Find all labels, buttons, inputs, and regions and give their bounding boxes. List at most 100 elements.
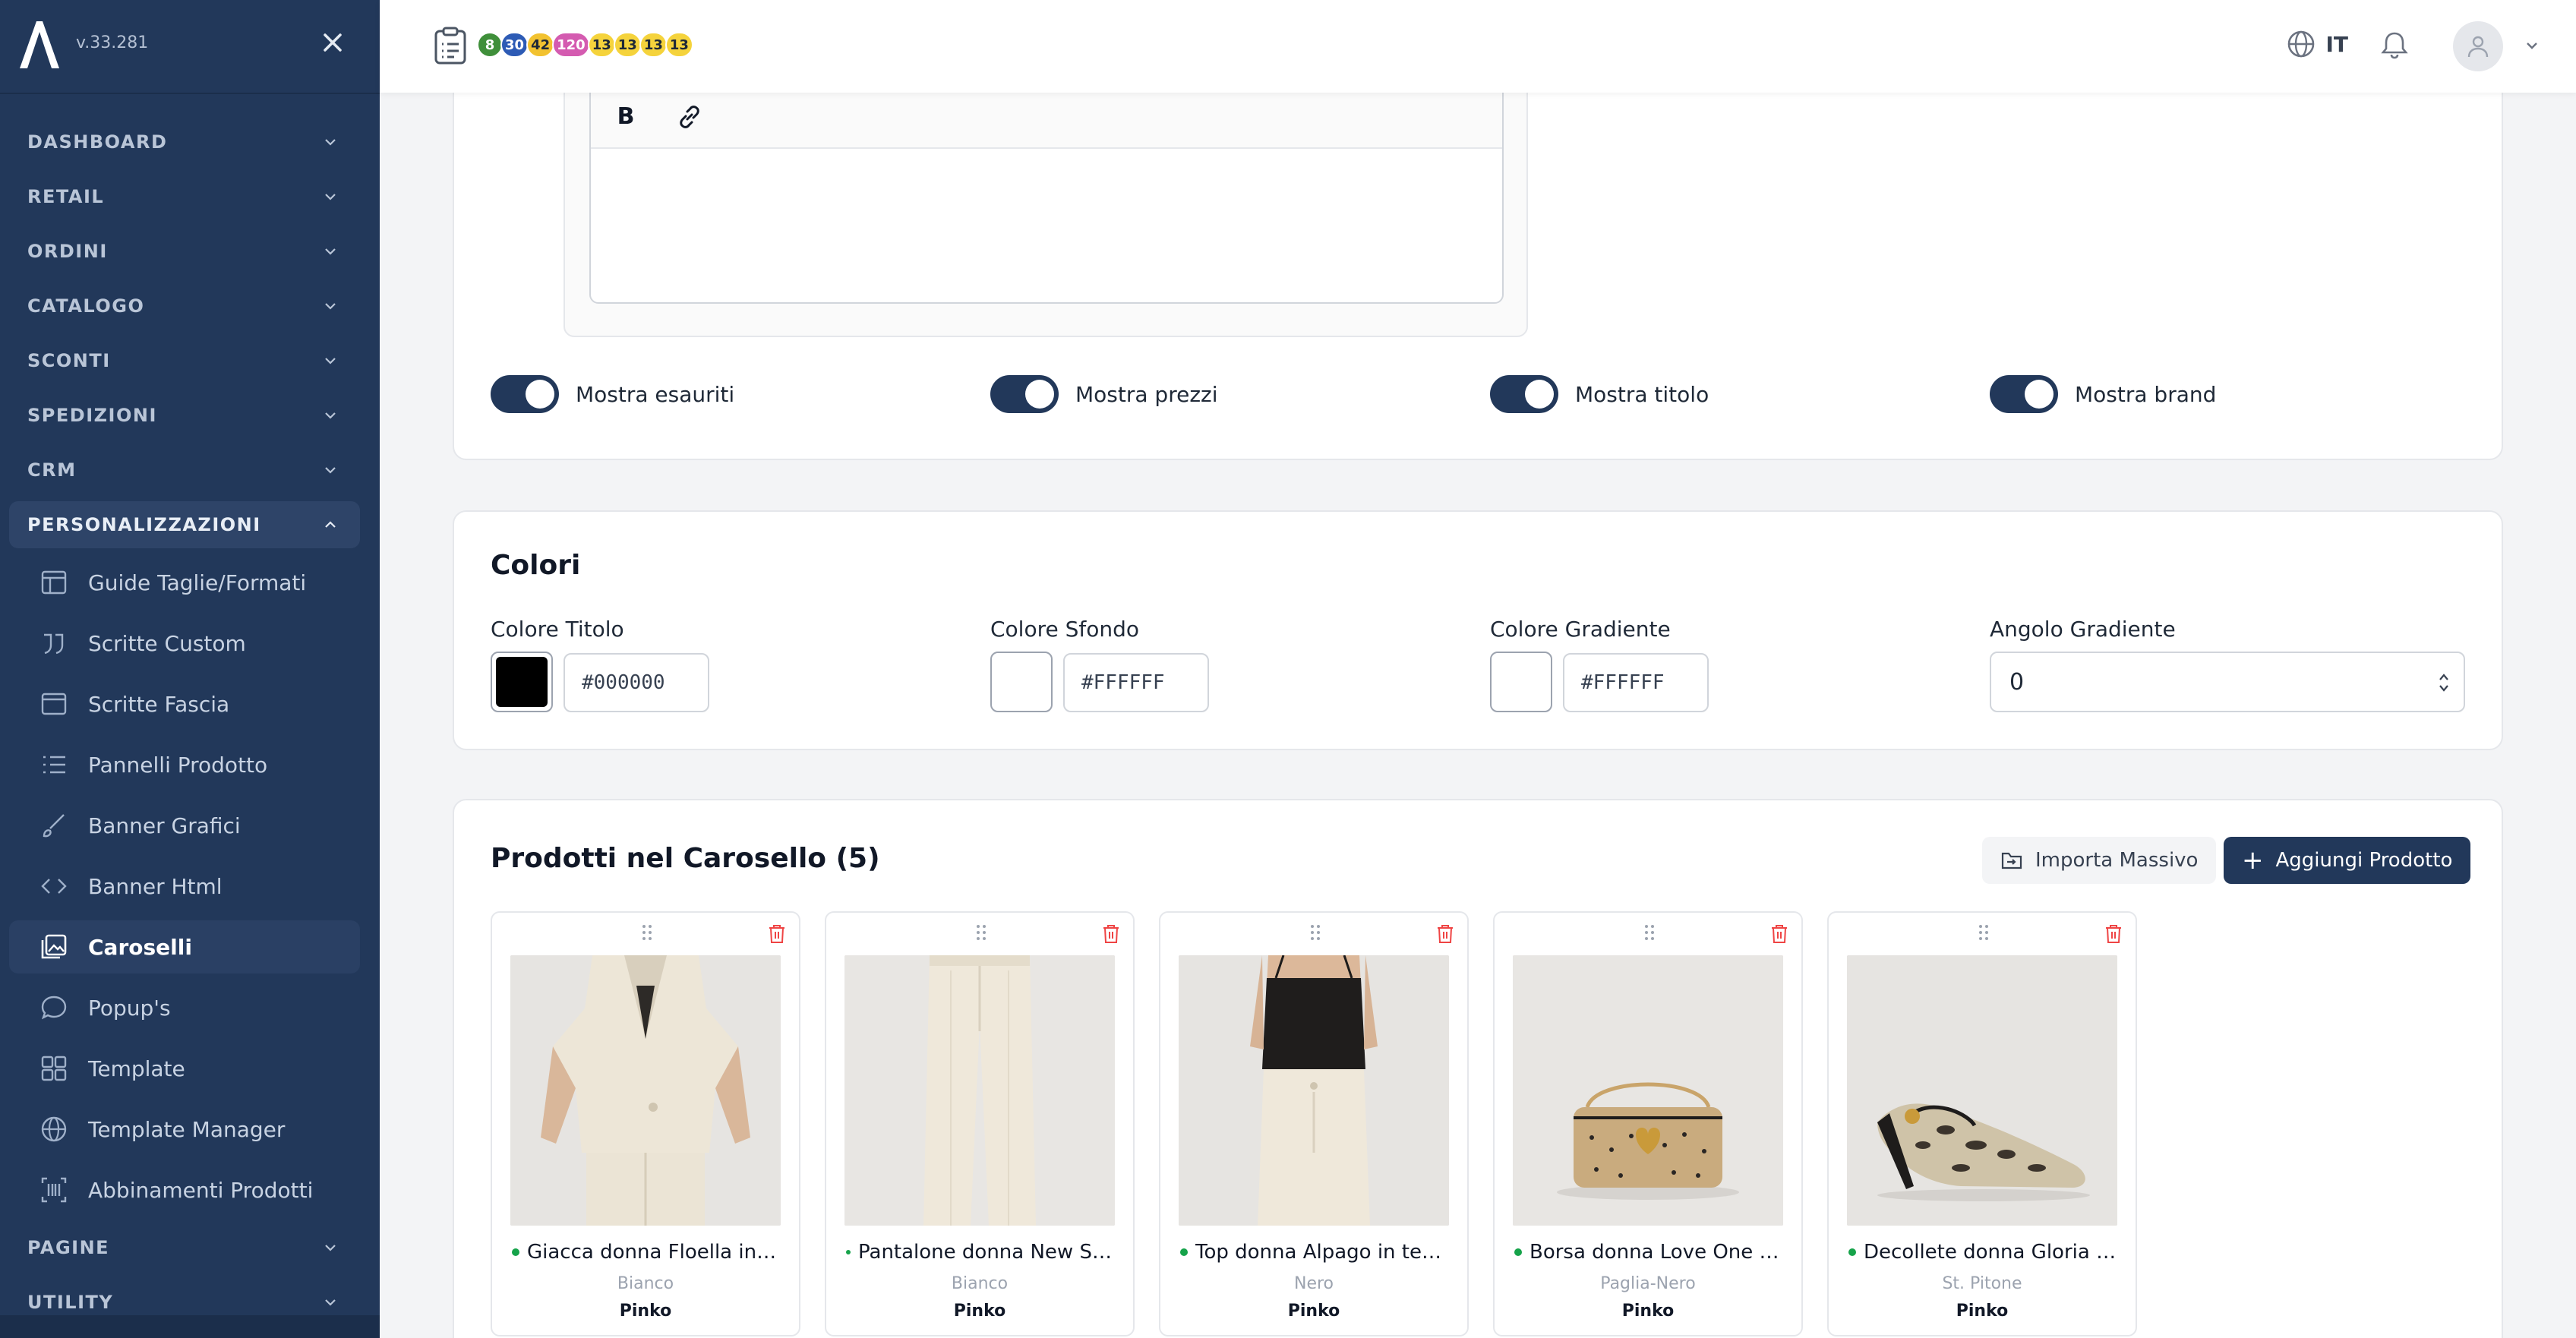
sidebar-item-caroselli[interactable]: Caroselli xyxy=(9,920,360,974)
color-swatch-sfondo[interactable] xyxy=(990,652,1053,712)
section-label: PERSONALIZZAZIONI xyxy=(27,514,261,535)
sidebar-item-guide-taglie[interactable]: Guide Taglie/Formati xyxy=(9,556,360,609)
toggle-switch[interactable] xyxy=(1490,375,1558,413)
trash-icon[interactable] xyxy=(767,923,787,945)
sidebar-item-popups[interactable]: Popup's xyxy=(9,981,360,1034)
product-card[interactable]: Decollete donna Gloria i... St. Pitone P… xyxy=(1827,911,2137,1336)
sidebar-item-banner-grafici[interactable]: Banner Grafici xyxy=(9,799,360,852)
sidebar-section-crm[interactable]: CRM xyxy=(9,447,360,494)
product-name: Decollete donna Gloria i... xyxy=(1848,1241,2119,1264)
rich-text-editor[interactable]: B xyxy=(589,93,1504,304)
spinner-arrows-icon[interactable] xyxy=(2438,671,2450,694)
app-version: v.33.281 xyxy=(76,33,149,52)
product-card[interactable]: Borsa donna Love One M... Paglia-Nero Pi… xyxy=(1493,911,1803,1336)
section-title: Prodotti nel Carosello (5) xyxy=(491,843,880,874)
toggle-switch[interactable] xyxy=(491,375,559,413)
product-card[interactable]: Top donna Alpago in tess... Nero Pinko xyxy=(1159,911,1469,1336)
product-card[interactable]: Pantalone donna New Se... Bianco Pinko xyxy=(825,911,1135,1336)
import-bulk-button[interactable]: Importa Massivo xyxy=(1982,837,2217,884)
avatar[interactable] xyxy=(2453,21,2503,71)
sidebar-section-spedizioni[interactable]: SPEDIZIONI xyxy=(9,392,360,439)
hex-input-gradiente[interactable]: #FFFFFF xyxy=(1563,653,1709,712)
count-badge[interactable]: 13 xyxy=(613,32,642,58)
product-brand: Pinko xyxy=(1287,1302,1340,1321)
count-badge[interactable]: 120 xyxy=(552,32,590,58)
sidebar-section-catalogo[interactable]: CATALOGO xyxy=(9,282,360,330)
sidebar-item-scritte-fascia[interactable]: Scritte Fascia xyxy=(9,677,360,731)
product-name: Top donna Alpago in tess... xyxy=(1180,1241,1451,1264)
count-badge[interactable]: 13 xyxy=(587,32,616,58)
sidebar-section-dashboard[interactable]: DASHBOARD xyxy=(9,118,360,166)
product-brand: Pinko xyxy=(953,1302,1006,1321)
bell-icon[interactable] xyxy=(2379,29,2410,61)
count-badge[interactable]: 30 xyxy=(500,32,529,58)
close-icon[interactable] xyxy=(317,27,348,58)
product-color: Paglia-Nero xyxy=(1600,1274,1696,1293)
drag-handle-icon[interactable] xyxy=(1308,922,1323,943)
sidebar-item-template-manager[interactable]: Template Manager xyxy=(9,1103,360,1156)
bold-icon[interactable]: B xyxy=(612,103,639,131)
sidebar-section-pagine[interactable]: PAGINE xyxy=(9,1224,360,1271)
drag-handle-icon[interactable] xyxy=(1976,922,1991,943)
count-badge[interactable]: 13 xyxy=(665,32,693,58)
sidebar-section-personalizzazioni[interactable]: PERSONALIZZAZIONI xyxy=(9,501,360,548)
hex-input-sfondo[interactable]: #FFFFFF xyxy=(1063,653,1209,712)
globe-icon xyxy=(41,1116,67,1142)
chevron-down-icon xyxy=(325,1245,336,1251)
cream-trousers-illustration xyxy=(844,955,1115,1226)
language-selector[interactable]: IT xyxy=(2286,29,2348,59)
clipboard-list-icon[interactable] xyxy=(433,26,468,65)
sidebar-item-abbinamenti-prodotti[interactable]: Abbinamenti Prodotti xyxy=(9,1163,360,1217)
toggle-switch[interactable] xyxy=(1990,375,2058,413)
globe-icon xyxy=(2288,30,2315,58)
sidebar-item-banner-html[interactable]: Banner Html xyxy=(9,860,360,913)
product-color: St. Pitone xyxy=(1942,1274,2022,1293)
trash-icon[interactable] xyxy=(1101,923,1121,945)
field-label: Colore Titolo xyxy=(491,617,624,642)
trash-icon[interactable] xyxy=(1769,923,1789,945)
trash-icon[interactable] xyxy=(1435,923,1455,945)
status-dot xyxy=(512,1248,519,1256)
section-label: UTILITY xyxy=(27,1292,114,1313)
product-brand: Pinko xyxy=(1621,1302,1675,1321)
drag-handle-icon[interactable] xyxy=(1642,922,1657,943)
add-product-button[interactable]: + Aggiungi Prodotto xyxy=(2224,837,2471,884)
sidebar-item-scritte-custom[interactable]: Scritte Custom xyxy=(9,617,360,670)
count-badge[interactable]: 13 xyxy=(639,32,668,58)
count-badge[interactable]: 8 xyxy=(477,32,503,58)
sidebar: v.33.281 DASHBOARD RETAIL ORDINI CATALOG… xyxy=(0,0,380,1338)
toggle-mostra-brand[interactable]: Mostra brand xyxy=(1990,375,2216,413)
product-card[interactable]: Giacca donna Floella in f... Bianco Pink… xyxy=(491,911,800,1336)
link-icon[interactable] xyxy=(676,103,703,131)
toggle-mostra-prezzi[interactable]: Mostra prezzi xyxy=(990,375,1218,413)
cream-jacket-illustration xyxy=(510,955,781,1226)
product-brand: Pinko xyxy=(1956,1302,2009,1321)
section-label: RETAIL xyxy=(27,186,105,207)
chevron-up-icon xyxy=(325,521,336,528)
python-pump-illustration xyxy=(1847,955,2117,1226)
color-swatch-titolo[interactable] xyxy=(491,652,553,712)
top-bar: 8 30 42 120 13 13 13 13 IT xyxy=(380,0,2576,93)
sidebar-item-pannelli-prodotto[interactable]: Pannelli Prodotto xyxy=(9,738,360,791)
sidebar-section-sconti[interactable]: SCONTI xyxy=(9,337,360,384)
drag-handle-icon[interactable] xyxy=(974,922,989,943)
color-swatch-gradiente[interactable] xyxy=(1490,652,1552,712)
drag-handle-icon[interactable] xyxy=(639,922,655,943)
chevron-down-icon xyxy=(325,358,336,364)
toggle-mostra-esauriti[interactable]: Mostra esauriti xyxy=(491,375,734,413)
sidebar-section-ordini[interactable]: ORDINI xyxy=(9,228,360,275)
hex-input-titolo[interactable]: #000000 xyxy=(564,653,709,712)
chevron-down-icon xyxy=(325,194,336,200)
sidebar-section-retail[interactable]: RETAIL xyxy=(9,173,360,220)
count-badge[interactable]: 42 xyxy=(526,32,555,58)
toggle-mostra-titolo[interactable]: Mostra titolo xyxy=(1490,375,1709,413)
brand-logo[interactable] xyxy=(17,18,62,71)
sidebar-item-template[interactable]: Template xyxy=(9,1042,360,1095)
angle-number-input[interactable]: 0 xyxy=(1990,652,2465,712)
chevron-down-icon xyxy=(325,467,336,474)
toggle-switch[interactable] xyxy=(990,375,1059,413)
trash-icon[interactable] xyxy=(2104,923,2123,945)
chevron-down-icon[interactable] xyxy=(2524,38,2540,53)
sidebar-item-label: Pannelli Prodotto xyxy=(88,752,268,778)
section-label: CRM xyxy=(27,459,77,481)
